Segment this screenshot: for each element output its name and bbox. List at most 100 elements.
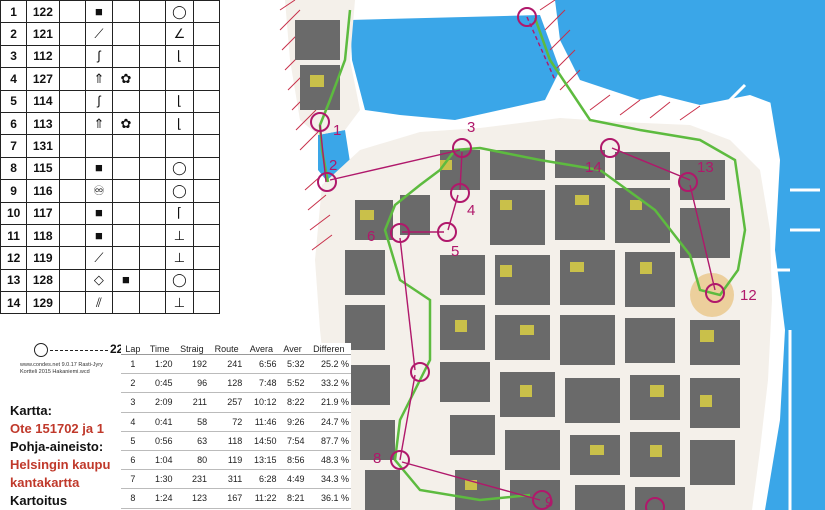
control-column-c: [58, 134, 86, 158]
control-number-value: 1: [10, 4, 17, 19]
map-control-label-5: 5: [451, 243, 459, 260]
control-number-value: 13: [6, 273, 21, 288]
split-times-table: Lap Time Straig Route Avera Aver Differe…: [121, 343, 351, 510]
credit-line-2: Kortteli 2015 Hakaniemi.wcd: [20, 368, 90, 375]
control-code: 128: [26, 268, 60, 293]
control-appearance-symbol: [111, 0, 140, 24]
split-cell-straight: 96: [174, 373, 210, 394]
control-row: 6 113 ⇑ ✿ ⌊: [0, 111, 221, 136]
control-code: 115: [26, 156, 60, 181]
split-cell-lap: 5: [121, 431, 145, 451]
control-row: 1 122 ■ ◯: [0, 0, 221, 24]
credit-line-1: www.condes.net 9.0.17 Rasti-Jyry: [20, 362, 103, 368]
control-row: 11 118 ■ ⊥: [0, 223, 221, 248]
split-cell-average: 6:56: [244, 354, 279, 375]
split-row: 4 0:41 58 72 11:46 9:26 24.7 %: [121, 412, 351, 432]
split-cell-time: 0:45: [144, 373, 175, 394]
control-row: 4 127 ⇑ ✿: [0, 67, 221, 91]
split-cell-difference: 33.2 %: [306, 373, 351, 394]
control-feature-symbol-value: ■: [94, 160, 103, 176]
control-row: 2 121 ⟋ ∠: [0, 22, 221, 46]
control-other-symbol: [192, 22, 221, 46]
control-row: 14 129 ⫽ ⊥: [0, 291, 221, 315]
control-code: 121: [26, 22, 60, 46]
control-column-c: [58, 156, 86, 181]
map-control-label-13: 13: [697, 159, 714, 176]
control-feature-symbol: ⟋: [84, 246, 113, 270]
control-code: 113: [26, 111, 60, 136]
control-other-symbol: [192, 246, 221, 270]
control-feature-symbol: ʃ: [84, 44, 113, 69]
control-dimension-symbol: [138, 67, 167, 91]
split-cell-lap: 2: [121, 373, 145, 394]
control-number: 8: [0, 156, 28, 181]
control-other-symbol: [192, 156, 221, 181]
control-appearance-symbol: [111, 22, 140, 46]
control-code-value: 121: [32, 27, 53, 42]
control-row: 9 116 ♾ ◯: [0, 179, 221, 203]
split-cell-difference: 87.7 %: [306, 431, 351, 451]
control-dimension-symbol: [138, 111, 167, 136]
control-code-value: 128: [32, 273, 53, 288]
control-number-value: 8: [10, 161, 17, 176]
control-appearance-symbol: [111, 223, 140, 248]
control-column-c: [58, 44, 86, 69]
control-number-value: 7: [10, 139, 17, 154]
split-header-row: Lap Time Straig Route Avera Aver Differe…: [121, 343, 351, 355]
finish-dash-line: [50, 350, 108, 351]
split-cell-average: 11:46: [244, 412, 279, 432]
split-cell-average-2: 7:54: [278, 431, 307, 451]
split-cell-time: 0:41: [144, 412, 175, 432]
control-feature-symbol: ■: [84, 223, 113, 248]
control-appearance-symbol: [111, 246, 140, 270]
control-other-symbol: [192, 134, 221, 158]
split-row: 1 1:20 192 241 6:56 5:32 25.2 %: [121, 354, 351, 375]
control-number-value: 14: [6, 295, 21, 310]
legend-line-4: Helsingin kaupu: [10, 457, 111, 472]
control-appearance-symbol: ✿: [111, 67, 140, 91]
split-cell-route: 119: [209, 450, 245, 471]
split-row: 2 0:45 96 128 7:48 5:52 33.2 %: [121, 373, 351, 394]
orienteering-map-screen: 1 2 3 4 5 6 8 9 12 13 14 1 122 ■ ◯ 2 121 ⟋ ∠ 3 11…: [0, 0, 825, 510]
split-cell-average-2: 9:26: [278, 412, 307, 432]
split-cell-lap: 8: [121, 488, 145, 509]
control-dimension-symbol: [138, 156, 167, 181]
split-header-time: Time: [144, 343, 175, 355]
control-number: 13: [0, 268, 28, 293]
split-header-difference: Differen: [306, 343, 351, 355]
control-column-c: [58, 67, 86, 91]
control-location-symbol-value: ◯: [172, 160, 187, 176]
split-cell-average-2: 8:56: [278, 450, 307, 471]
split-cell-difference: 24.7 %: [306, 412, 351, 432]
control-location-symbol-value: ⊥: [173, 294, 186, 310]
control-number: 1: [0, 0, 28, 24]
split-cell-time: 1:04: [144, 450, 175, 471]
split-row: 3 2:09 211 257 10:12 8:22 21.9 %: [121, 392, 351, 413]
control-dimension-symbol: [138, 134, 167, 158]
control-number: 12: [0, 246, 28, 270]
control-code: 114: [26, 89, 60, 113]
control-other-symbol: [192, 111, 221, 136]
control-dimension-symbol: [138, 44, 167, 69]
split-cell-route: 257: [209, 392, 245, 413]
control-number-value: 9: [10, 183, 17, 198]
split-header-average-2: Aver: [278, 343, 307, 355]
split-cell-time: 1:30: [144, 469, 175, 490]
control-feature-symbol: [84, 134, 113, 158]
control-feature-symbol: ■: [84, 156, 113, 181]
control-code: 118: [26, 223, 60, 248]
control-feature-symbol-value: ⇑: [93, 115, 105, 131]
control-location-symbol: ◯: [165, 268, 194, 293]
control-feature-symbol-value: ■: [94, 205, 103, 221]
control-row: 5 114 ʃ ⌊: [0, 89, 221, 113]
control-location-symbol: ∠: [165, 22, 194, 46]
control-code-value: 114: [33, 94, 53, 109]
split-cell-route: 241: [209, 354, 245, 375]
split-cell-straight: 123: [174, 488, 210, 509]
split-cell-lap: 1: [121, 354, 145, 375]
control-appearance-symbol: [111, 134, 140, 158]
control-appearance-symbol: [111, 89, 140, 113]
control-number-value: 5: [10, 94, 17, 109]
split-row: 6 1:04 80 119 13:15 8:56 48.3 %: [121, 450, 351, 471]
split-cell-route: 311: [209, 469, 245, 490]
